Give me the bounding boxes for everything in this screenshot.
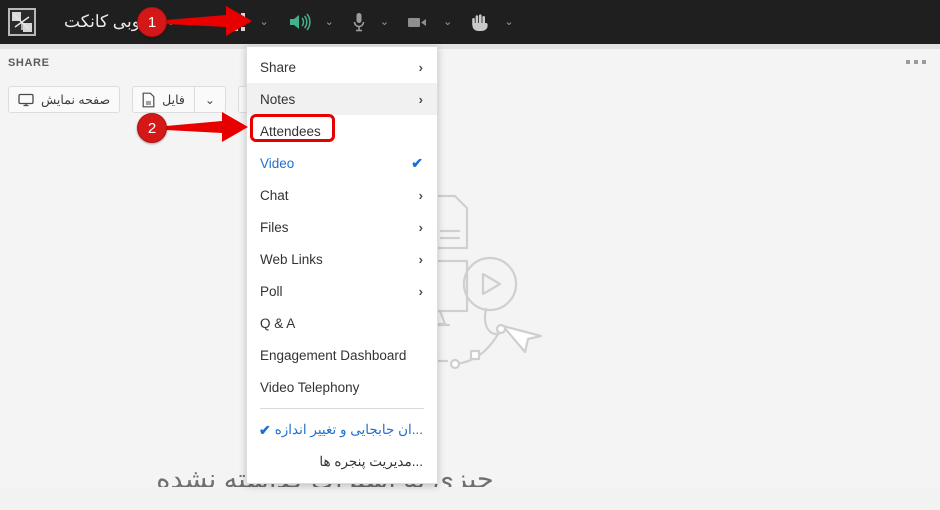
meeting-toolbar: ادوبی کانکت ⌄ ⌄ ⌄ ⌄ ⌄ ⌄ <box>0 0 940 44</box>
chevron-right-icon: › <box>418 59 423 75</box>
menu-item-poll[interactable]: Poll › <box>247 275 437 307</box>
menu-item-manage-pods[interactable]: ...مدیریت پنجره ها <box>247 446 437 478</box>
menu-item-label: ...مدیریت پنجره ها <box>319 454 423 469</box>
menu-item-label: Video Telephony <box>260 379 360 395</box>
ellipsis-icon[interactable] <box>906 60 926 64</box>
menu-item-label: Share <box>260 59 297 75</box>
pods-grid-icon[interactable] <box>227 13 246 31</box>
menu-item-label: Engagement Dashboard <box>260 347 407 363</box>
menu-item-engagement-dashboard[interactable]: Engagement Dashboard <box>247 339 437 371</box>
page-footer-area <box>0 487 940 510</box>
microphone-chevron-down-icon[interactable]: ⌄ <box>380 16 389 28</box>
chevron-right-icon: › <box>418 283 423 299</box>
share-file-chevron-down-icon[interactable]: ⌄ <box>193 86 226 113</box>
share-empty-state: چیزی به اشتراک گذاشته نشده جهت اشتراک فا… <box>0 179 940 510</box>
room-title-chevron-down-icon[interactable]: ⌄ <box>166 16 175 28</box>
chevron-right-icon: › <box>418 251 423 267</box>
raise-hand-chevron-down-icon[interactable]: ⌄ <box>504 16 513 28</box>
menu-item-label: Attendees <box>260 123 321 139</box>
chevron-right-icon: › <box>418 219 423 235</box>
menu-item-label: Q & A <box>260 315 296 331</box>
menu-item-label: ...ان جابجایی و تغییر اندازه <box>274 422 423 437</box>
checkmark-icon: ✔ <box>258 422 271 438</box>
menu-item-label: Video <box>260 155 295 171</box>
share-screen-button[interactable]: صفحه نمایش <box>8 86 121 113</box>
menu-item-label: Web Links <box>260 251 323 267</box>
share-file-split-button: فایل ⌄ <box>132 86 226 113</box>
menu-item-label: Notes <box>260 91 296 107</box>
share-file-label: فایل <box>162 93 185 107</box>
camera-chevron-down-icon[interactable]: ⌄ <box>443 16 452 28</box>
menu-item-label: Poll <box>260 283 283 299</box>
menu-item-move-and-resize-pods[interactable]: ...ان جابجایی و تغییر اندازه ✔ <box>247 414 437 446</box>
menu-item-video-telephony[interactable]: Video Telephony <box>247 371 437 403</box>
share-pod: SHARE صفحه نمایش فایل ⌄ چیزی نشده <box>0 49 940 510</box>
room-title: ادوبی کانکت <box>64 12 153 31</box>
document-icon <box>142 92 155 108</box>
menu-item-web-links[interactable]: Web Links › <box>247 243 437 275</box>
share-screen-label: صفحه نمایش <box>41 93 111 107</box>
share-file-button[interactable]: فایل <box>132 86 194 113</box>
adobe-connect-logo-icon <box>8 8 36 36</box>
video-camera-icon[interactable] <box>407 15 429 30</box>
share-pod-title: SHARE <box>8 57 50 69</box>
monitor-icon <box>18 93 34 107</box>
share-pod-header: SHARE <box>0 49 940 79</box>
menu-item-label: Files <box>260 219 289 235</box>
menu-item-share[interactable]: Share › <box>247 51 437 83</box>
menu-item-notes[interactable]: Notes › <box>247 83 437 115</box>
menu-item-files[interactable]: Files › <box>247 211 437 243</box>
checkmark-icon: ✔ <box>411 155 423 171</box>
chevron-right-icon: › <box>418 187 423 203</box>
speaker-volume-icon[interactable] <box>287 12 311 32</box>
pods-grid-chevron-down-icon[interactable]: ⌄ <box>259 16 268 28</box>
raised-hand-icon[interactable] <box>470 12 490 32</box>
menu-item-q-and-a[interactable]: Q & A <box>247 307 437 339</box>
menu-item-attendees[interactable]: Attendees <box>247 115 437 147</box>
screenshot-root: ادوبی کانکت ⌄ ⌄ ⌄ ⌄ ⌄ ⌄ SHARE صفحه نمایش… <box>0 0 940 510</box>
logo-star-glyph <box>13 14 30 30</box>
microphone-icon[interactable] <box>352 11 366 33</box>
speaker-chevron-down-icon[interactable]: ⌄ <box>325 16 334 28</box>
menu-divider <box>260 408 424 409</box>
pods-dropdown-menu: Share › Notes › Attendees Video ✔ Chat ›… <box>246 46 438 484</box>
menu-item-chat[interactable]: Chat › <box>247 179 437 211</box>
menu-item-label: Chat <box>260 187 289 203</box>
chevron-right-icon: › <box>418 91 423 107</box>
menu-item-video[interactable]: Video ✔ <box>247 147 437 179</box>
